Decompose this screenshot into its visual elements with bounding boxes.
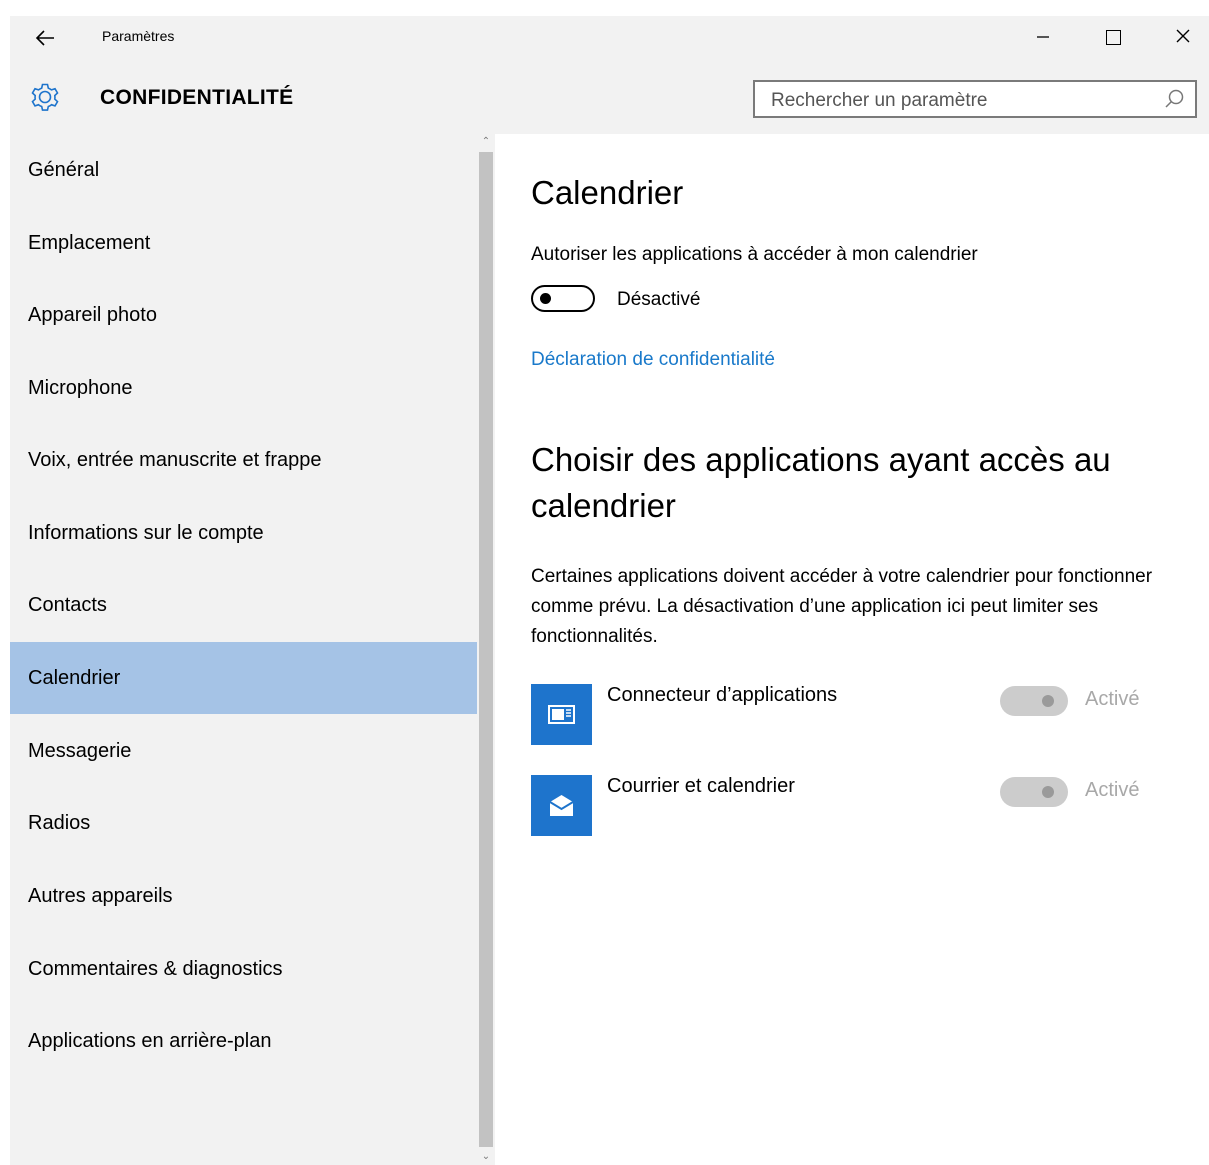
maximize-button[interactable] xyxy=(1090,20,1136,54)
mail-envelope-icon xyxy=(549,795,574,816)
page-title: Calendrier xyxy=(531,174,684,211)
scroll-up-icon[interactable]: ⌃ xyxy=(477,134,495,150)
apps-description: Certaines applications doivent accéder à… xyxy=(531,566,1153,647)
sidebar: Général Emplacement Appareil photo Micro… xyxy=(10,134,477,1165)
app-connector-toggle[interactable] xyxy=(1000,686,1068,716)
app-row-mail-calendar: Courrier et calendrier Activé xyxy=(531,775,1191,837)
sidebar-item-location[interactable]: Emplacement xyxy=(10,207,477,279)
settings-window: Paramètres CONFIDENTIALITÉ Général xyxy=(10,16,1209,1165)
scroll-down-icon[interactable]: ⌄ xyxy=(477,1149,495,1165)
gear-icon xyxy=(31,83,59,111)
app-name: Courrier et calendrier xyxy=(607,775,795,797)
search-box[interactable] xyxy=(753,80,1197,118)
sidebar-item-speech[interactable]: Voix, entrée manuscrite et frappe xyxy=(10,424,477,496)
sidebar-item-radios[interactable]: Radios xyxy=(10,787,477,859)
sidebar-item-account-info[interactable]: Informations sur le compte xyxy=(10,497,477,569)
sidebar-item-background-apps[interactable]: Applications en arrière-plan xyxy=(10,1005,477,1077)
minimize-icon xyxy=(1037,36,1049,38)
app-name: Connecteur d’applications xyxy=(607,684,838,706)
sidebar-item-messaging[interactable]: Messagerie xyxy=(10,715,477,787)
page-section-title: CONFIDENTIALITÉ xyxy=(100,86,294,109)
back-button[interactable] xyxy=(28,24,62,52)
sidebar-item-microphone[interactable]: Microphone xyxy=(10,352,477,424)
close-button[interactable] xyxy=(1160,20,1206,54)
close-icon xyxy=(1176,29,1190,43)
app-mail-calendar-toggle[interactable] xyxy=(1000,777,1068,807)
title-bar: Paramètres xyxy=(10,16,1209,60)
scroll-thumb[interactable] xyxy=(479,152,493,1147)
toggle-knob xyxy=(1042,786,1054,798)
app-title: Paramètres xyxy=(102,28,175,44)
search-icon[interactable] xyxy=(1163,88,1185,110)
calendar-access-label: Autoriser les applications à accéder à m… xyxy=(531,244,978,265)
app-state: Activé xyxy=(1085,779,1140,801)
sidebar-item-calendar[interactable]: Calendrier xyxy=(10,642,477,714)
sidebar-item-other-devices[interactable]: Autres appareils xyxy=(10,860,477,932)
search-input[interactable] xyxy=(769,86,1163,116)
sidebar-item-contacts[interactable]: Contacts xyxy=(10,569,477,641)
header: CONFIDENTIALITÉ xyxy=(10,60,1209,134)
toggle-knob xyxy=(540,293,551,304)
calendar-access-toggle[interactable] xyxy=(531,285,595,312)
maximize-icon xyxy=(1105,29,1121,45)
apps-subheading: Choisir des applications ayant accès au … xyxy=(531,441,1111,524)
sidebar-item-feedback[interactable]: Commentaires & diagnostics xyxy=(10,933,477,1005)
arrow-left-icon xyxy=(35,30,54,46)
toggle-knob xyxy=(1042,695,1054,707)
app-tile xyxy=(531,775,592,836)
privacy-statement-link[interactable]: Déclaration de confidentialité xyxy=(531,349,775,371)
sidebar-scrollbar[interactable]: ⌃ ⌄ xyxy=(477,134,495,1165)
app-tile xyxy=(531,684,592,745)
minimize-button[interactable] xyxy=(1020,20,1066,54)
app-row-connector: Connecteur d’applications Activé xyxy=(531,684,1191,746)
sidebar-item-general[interactable]: Général xyxy=(10,134,477,206)
calendar-access-state: Désactivé xyxy=(617,289,701,310)
sidebar-item-camera[interactable]: Appareil photo xyxy=(10,279,477,351)
app-connector-icon xyxy=(548,705,575,724)
app-state: Activé xyxy=(1085,688,1140,710)
